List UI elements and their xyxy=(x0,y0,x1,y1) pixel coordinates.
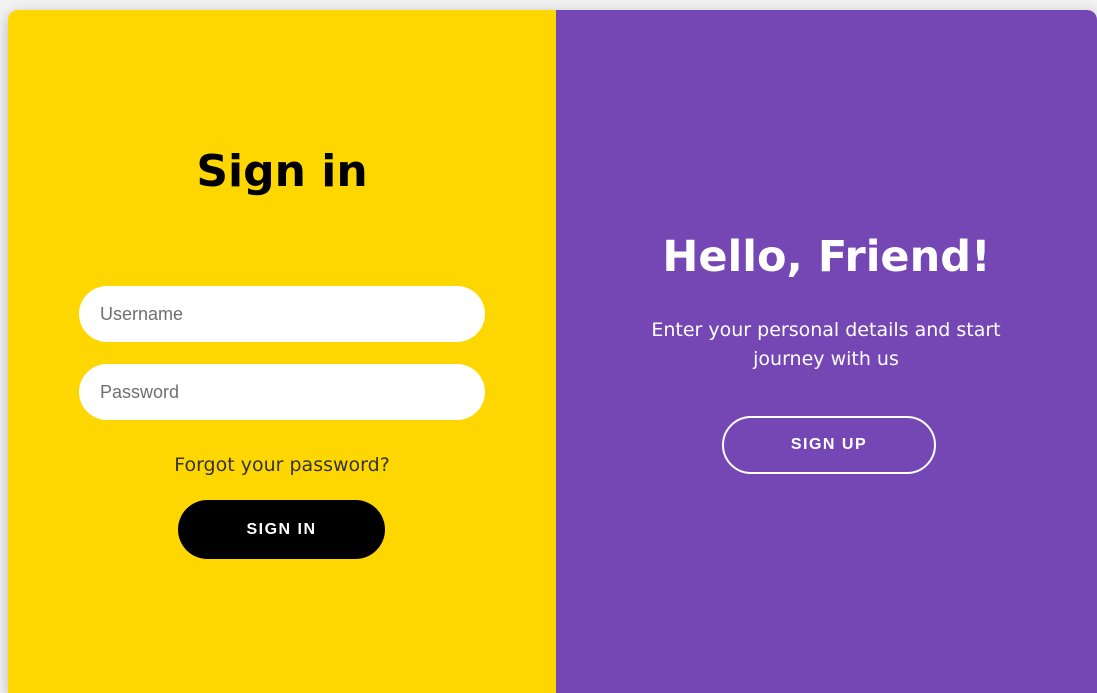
password-input[interactable] xyxy=(79,364,485,420)
overlay-subtitle: Enter your personal details and start jo… xyxy=(651,319,1001,370)
overlay-title: Hello, Friend! xyxy=(662,232,991,282)
overlay-panel: Hello, Friend! Enter your personal detai… xyxy=(556,10,1097,693)
forgot-password-link[interactable]: Forgot your password? xyxy=(8,454,556,476)
signup-button[interactable]: SIGN UP xyxy=(722,416,936,474)
signin-title: Sign in xyxy=(196,146,368,197)
signin-panel: Sign in Forgot your password? SIGN IN xyxy=(8,10,556,693)
username-input[interactable] xyxy=(79,286,485,342)
signin-button[interactable]: SIGN IN xyxy=(178,500,385,559)
auth-container: Sign in Forgot your password? SIGN IN He… xyxy=(8,10,1097,693)
